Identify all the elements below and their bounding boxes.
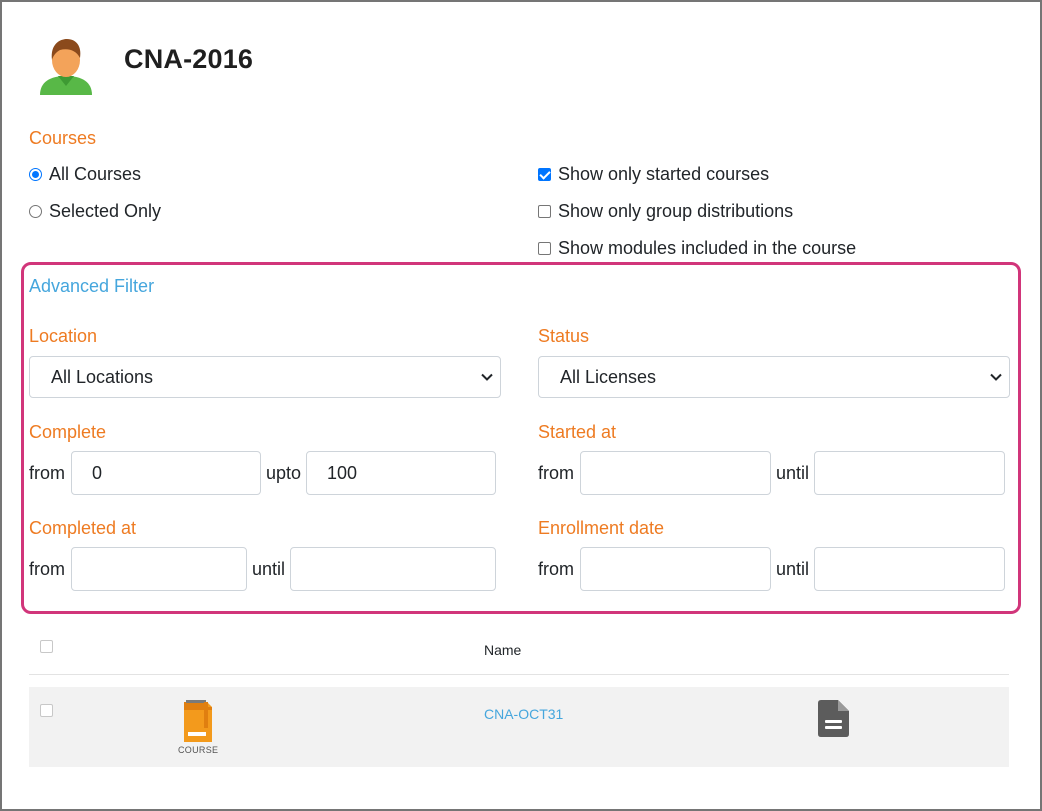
completed-until-input[interactable]: [290, 547, 496, 591]
complete-upto-value: 100: [327, 462, 358, 483]
chevron-down-icon: [990, 373, 1002, 381]
status-select[interactable]: All Licenses: [538, 356, 1010, 398]
started-from-label: from: [538, 463, 574, 483]
column-header-name: Name: [484, 642, 522, 658]
courses-section-label: Courses: [29, 128, 97, 148]
complete-upto-input[interactable]: 100: [306, 451, 496, 495]
row-select-checkbox[interactable]: [40, 704, 53, 717]
selected-only-radio[interactable]: [29, 205, 42, 218]
user-avatar-icon: [40, 39, 92, 95]
complete-from-label: from: [29, 463, 65, 483]
show-group-label: Show only group distributions: [558, 201, 794, 221]
enrollment-until-input[interactable]: [814, 547, 1005, 591]
complete-upto-label: upto: [266, 463, 302, 483]
completed-until-label: until: [252, 559, 286, 579]
started-from-input[interactable]: [580, 451, 771, 495]
show-started-checkbox[interactable]: [538, 168, 551, 181]
selected-only-radio-option[interactable]: Selected Only: [29, 201, 161, 222]
chevron-down-icon: [481, 373, 493, 381]
completed-at-label: Completed at: [29, 518, 137, 538]
table-header-divider: [29, 674, 1009, 675]
complete-from-value: 0: [92, 462, 103, 483]
select-all-checkbox[interactable]: [40, 640, 53, 653]
complete-from-input[interactable]: 0: [71, 451, 261, 495]
all-courses-radio[interactable]: [29, 168, 42, 181]
show-group-checkbox[interactable]: [538, 205, 551, 218]
show-modules-checkbox[interactable]: [538, 242, 551, 255]
page-title: CNA-2016: [124, 44, 254, 74]
show-modules-label: Show modules included in the course: [558, 238, 857, 258]
location-select-value: All Locations: [51, 366, 154, 387]
location-select[interactable]: All Locations: [29, 356, 501, 398]
all-courses-label: All Courses: [49, 164, 142, 184]
completed-from-input[interactable]: [71, 547, 247, 591]
completed-from-label: from: [29, 559, 65, 579]
started-until-label: until: [776, 463, 810, 483]
all-courses-radio-option[interactable]: All Courses: [29, 164, 141, 185]
enrollment-until-label: until: [776, 559, 810, 579]
enrollment-date-label: Enrollment date: [538, 518, 665, 538]
course-icon: [184, 700, 212, 742]
location-label: Location: [29, 326, 98, 346]
course-type-label: COURSE: [178, 745, 219, 755]
show-started-option[interactable]: Show only started courses: [538, 164, 769, 185]
advanced-filter-link[interactable]: Advanced Filter: [29, 276, 154, 297]
started-until-input[interactable]: [814, 451, 1005, 495]
show-group-option[interactable]: Show only group distributions: [538, 201, 793, 222]
status-select-value: All Licenses: [560, 366, 657, 387]
enrollment-from-label: from: [538, 559, 574, 579]
show-modules-option[interactable]: Show modules included in the course: [538, 238, 856, 259]
started-at-label: Started at: [538, 422, 617, 442]
document-icon[interactable]: [818, 700, 849, 737]
selected-only-label: Selected Only: [49, 201, 162, 221]
complete-label: Complete: [29, 422, 107, 442]
course-name-link[interactable]: CNA-OCT31: [484, 706, 563, 722]
enrollment-from-input[interactable]: [580, 547, 771, 591]
status-label: Status: [538, 326, 590, 346]
show-started-label: Show only started courses: [558, 164, 770, 184]
